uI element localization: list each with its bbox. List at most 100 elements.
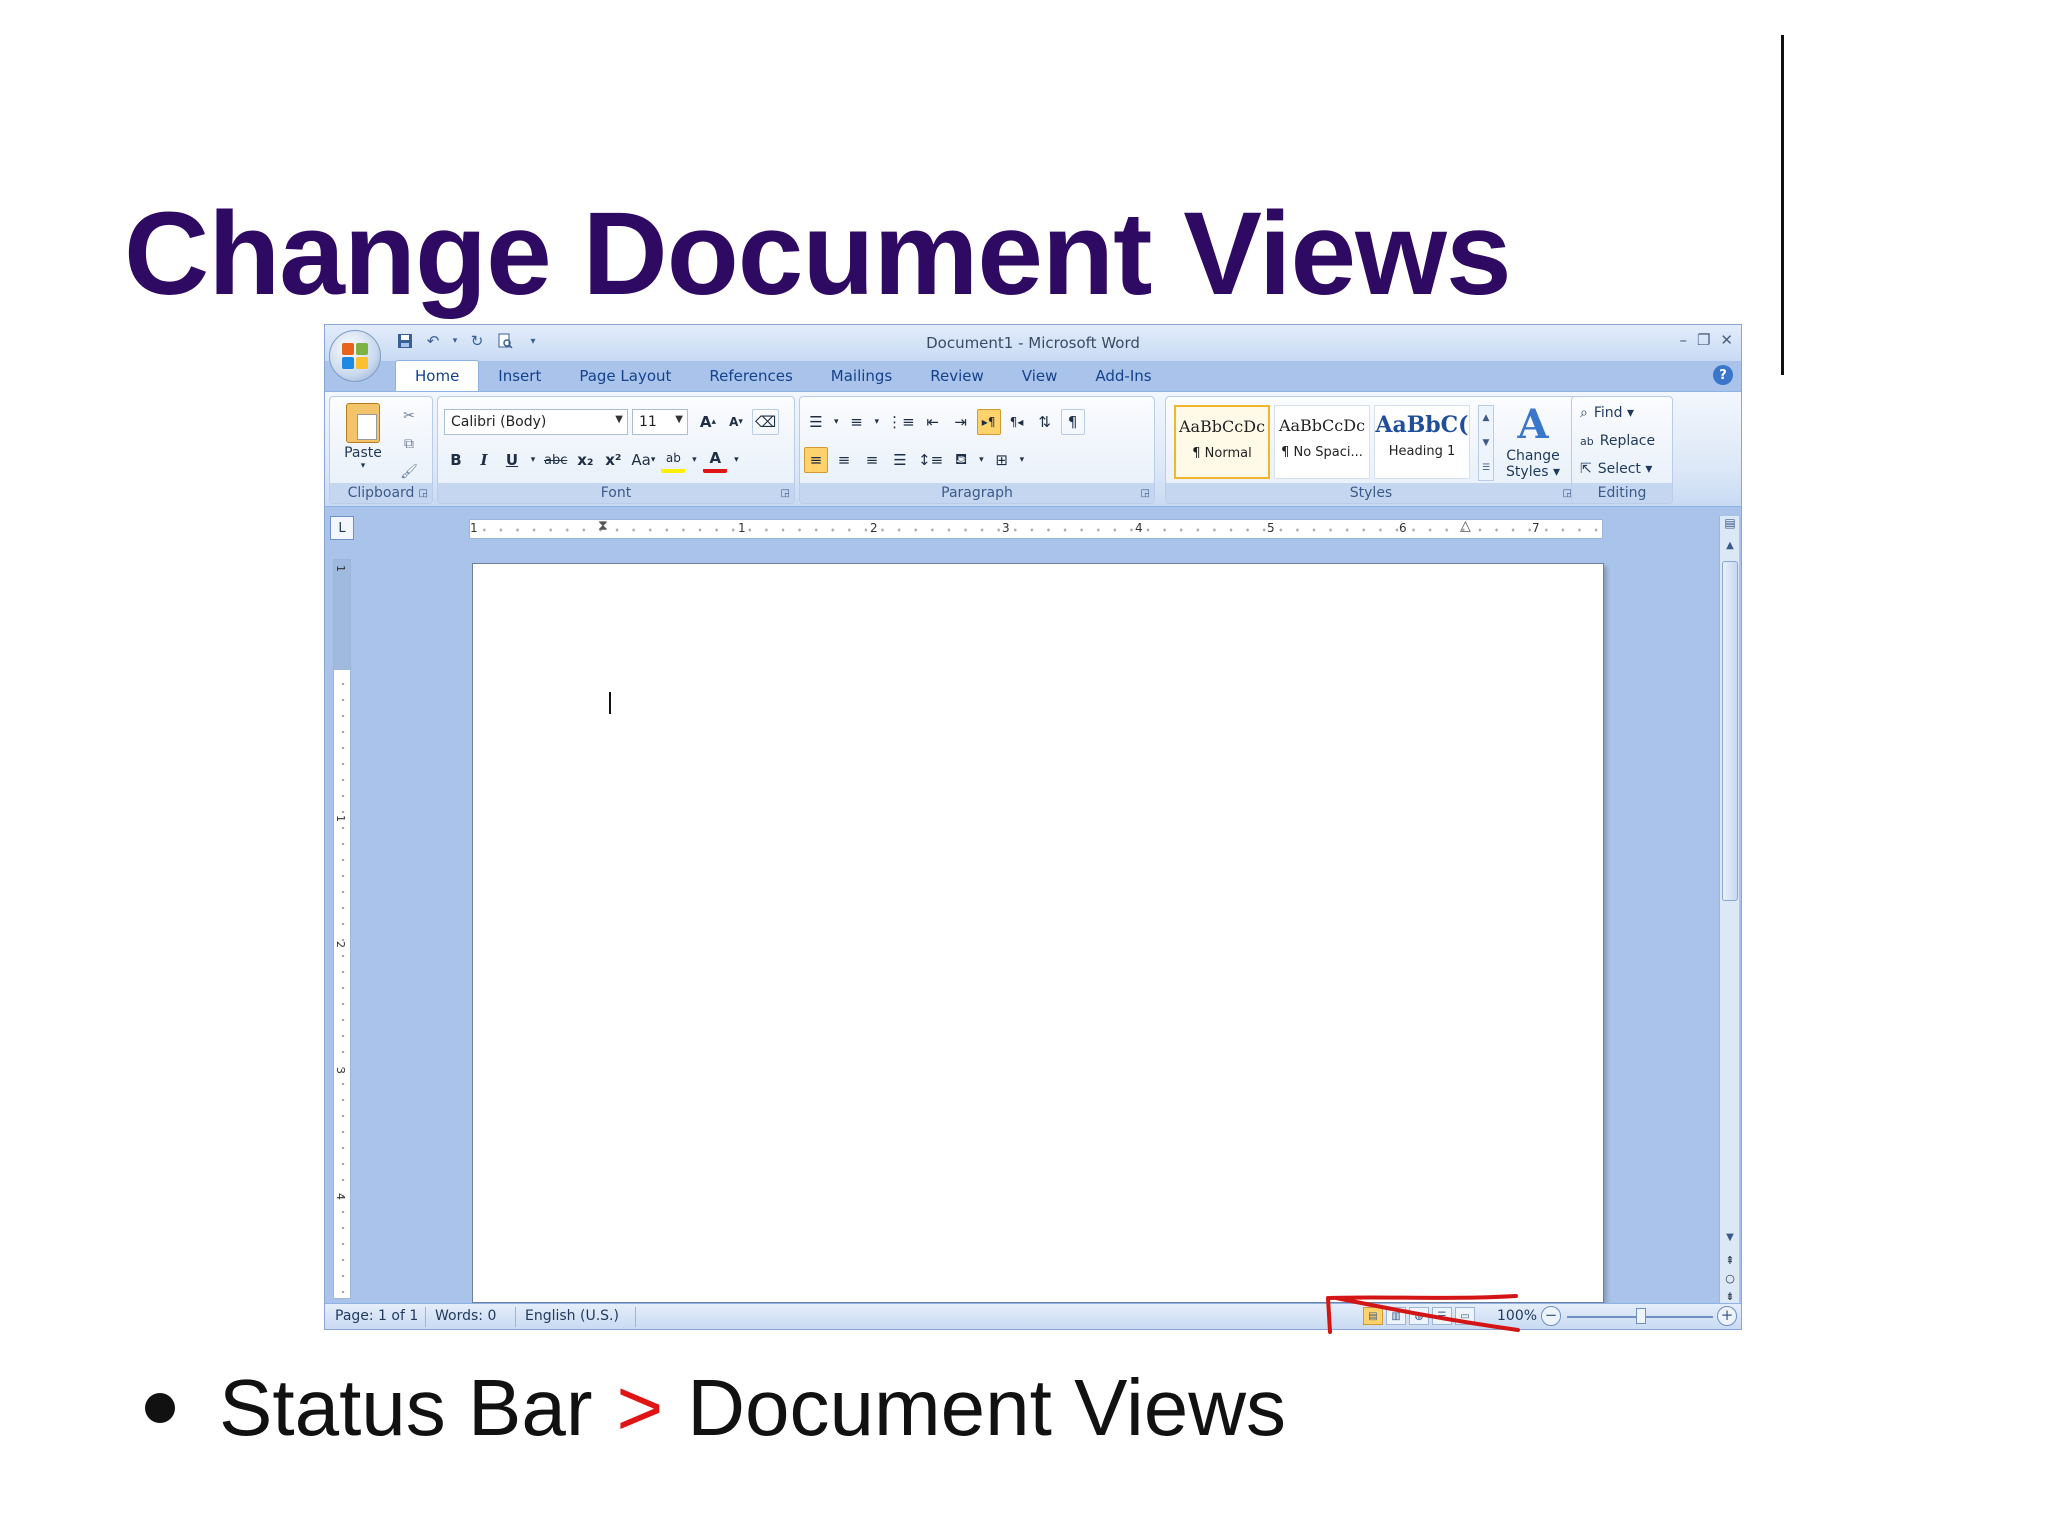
next-page-icon[interactable]: ⇟	[1720, 1290, 1740, 1303]
font-color-dropdown-icon[interactable]: ▾	[731, 447, 741, 473]
horizontal-ruler[interactable]: 1 1 2 3 4 5 6 7 ⧗ △	[469, 518, 1603, 539]
numbering-icon[interactable]: ≡	[845, 409, 869, 435]
right-to-left-icon[interactable]: ¶◂	[1005, 409, 1029, 435]
help-icon[interactable]: ?	[1713, 365, 1733, 385]
clipboard-launcher-icon[interactable]: ◲	[419, 488, 428, 499]
vertical-scrollbar[interactable]: ▤ ▲ ▼ ⇞ ○ ⇟	[1719, 516, 1739, 1311]
strikethrough-button[interactable]: abc	[542, 447, 569, 473]
subscript-button[interactable]: x₂	[573, 447, 597, 473]
style-normal[interactable]: AaBbCcDc ¶ Normal	[1174, 405, 1270, 479]
cut-icon[interactable]: ✂	[398, 405, 420, 427]
style-heading-1[interactable]: AaBbC( Heading 1	[1374, 405, 1470, 479]
select-button[interactable]: ⇱ Select ▾	[1580, 461, 1652, 477]
word-window: ↶ ▾ ↻ ▾ Document1 - Microsoft Word – ❐ ✕…	[324, 324, 1742, 1330]
copy-icon[interactable]: ⧉	[398, 433, 420, 455]
status-page-count[interactable]: Page: 1 of 1	[335, 1308, 418, 1324]
select-browse-object-icon[interactable]: ○	[1720, 1272, 1740, 1285]
restore-button[interactable]: ❐	[1697, 331, 1710, 349]
replace-button[interactable]: ab Replace	[1580, 433, 1655, 449]
change-case-button[interactable]: Aa ▾	[629, 447, 657, 473]
bold-button[interactable]: B	[444, 447, 468, 473]
increase-indent-icon[interactable]: ⇥	[949, 409, 973, 435]
paste-button[interactable]: Paste ▾	[340, 403, 386, 471]
italic-button[interactable]: I	[472, 447, 496, 473]
borders-icon[interactable]: ⊞	[990, 447, 1014, 473]
superscript-button[interactable]: x²	[601, 447, 625, 473]
font-color-button[interactable]: A	[703, 447, 728, 473]
zoom-level[interactable]: 100%	[1497, 1308, 1537, 1324]
numbering-dropdown-icon[interactable]: ▾	[873, 409, 882, 435]
align-left-icon[interactable]: ≡	[804, 447, 828, 473]
draft-view-icon[interactable]: ▭	[1455, 1307, 1475, 1325]
print-layout-view-icon[interactable]: ▤	[1363, 1307, 1383, 1325]
view-ruler-icon[interactable]: ▤	[1721, 516, 1739, 536]
status-language[interactable]: English (U.S.)	[525, 1308, 619, 1324]
tab-home[interactable]: Home	[395, 360, 480, 391]
right-indent-marker[interactable]: △	[1460, 518, 1471, 534]
grow-font-button[interactable]: A ▴	[696, 409, 720, 435]
line-spacing-icon[interactable]: ↕≡	[916, 447, 945, 473]
document-page[interactable]	[472, 563, 1604, 1303]
bullets-dropdown-icon[interactable]: ▾	[832, 409, 841, 435]
format-painter-icon[interactable]: 🖌	[398, 461, 420, 483]
underline-dropdown-icon[interactable]: ▾	[528, 447, 538, 473]
shading-icon[interactable]: ⛾	[949, 447, 973, 473]
scroll-up-icon[interactable]: ▲	[1720, 540, 1740, 551]
tab-selector[interactable]: L	[330, 516, 354, 540]
ruler-number: 1	[334, 815, 347, 822]
font-launcher-icon[interactable]: ◲	[781, 488, 790, 499]
shrink-font-button[interactable]: A ▾	[724, 409, 748, 435]
highlight-button[interactable]: ab	[661, 447, 686, 473]
tab-references[interactable]: References	[690, 361, 811, 391]
scroll-thumb[interactable]	[1722, 561, 1738, 901]
bullets-icon[interactable]: ☰	[804, 409, 828, 435]
underline-button[interactable]: U	[500, 447, 524, 473]
tab-insert[interactable]: Insert	[479, 361, 560, 391]
multilevel-list-icon[interactable]: ⋮≡	[885, 409, 917, 435]
vertical-ruler[interactable]: 1 1 2 3 4	[333, 559, 351, 1299]
clear-formatting-icon[interactable]: ⌫	[752, 409, 780, 435]
scroll-down-icon[interactable]: ▼	[1720, 1232, 1740, 1243]
sort-icon[interactable]: ⇅	[1033, 409, 1057, 435]
tab-mailings[interactable]: Mailings	[812, 361, 911, 391]
full-screen-reading-view-icon[interactable]: ▥	[1386, 1307, 1406, 1325]
tab-page-layout[interactable]: Page Layout	[560, 361, 690, 391]
styles-up-icon[interactable]: ▲	[1479, 406, 1493, 431]
paragraph-launcher-icon[interactable]: ◲	[1141, 488, 1150, 499]
close-button[interactable]: ✕	[1720, 331, 1733, 349]
status-word-count[interactable]: Words: 0	[435, 1308, 496, 1324]
borders-dropdown-icon[interactable]: ▾	[1018, 447, 1027, 473]
justify-icon[interactable]: ☰	[888, 447, 912, 473]
shading-dropdown-icon[interactable]: ▾	[977, 447, 986, 473]
decrease-indent-icon[interactable]: ⇤	[921, 409, 945, 435]
tab-view[interactable]: View	[1003, 361, 1077, 391]
font-size-select[interactable]: 11 ▼	[632, 409, 688, 435]
tab-review[interactable]: Review	[911, 361, 1003, 391]
show-hide-button[interactable]: ¶	[1060, 409, 1085, 435]
zoom-slider-thumb[interactable]	[1636, 1308, 1646, 1324]
office-button[interactable]	[329, 330, 381, 382]
style-no-spacing[interactable]: AaBbCcDc ¶ No Spaci...	[1274, 405, 1370, 479]
tab-add-ins[interactable]: Add-Ins	[1076, 361, 1170, 391]
change-styles-button[interactable]: A Change Styles ▾	[1500, 401, 1566, 480]
find-button[interactable]: ⌕ Find ▾	[1580, 405, 1634, 421]
highlight-dropdown-icon[interactable]: ▾	[689, 447, 699, 473]
style-heading-1-sample: AaBbC(	[1375, 412, 1469, 438]
align-center-icon[interactable]: ≡	[832, 447, 856, 473]
minimize-button[interactable]: –	[1679, 331, 1687, 349]
outline-view-icon[interactable]: ☰	[1432, 1307, 1452, 1325]
styles-down-icon[interactable]: ▼	[1479, 431, 1493, 456]
web-layout-view-icon[interactable]: ◍	[1409, 1307, 1429, 1325]
left-to-right-icon[interactable]: ▸¶	[976, 409, 1001, 435]
zoom-in-icon[interactable]: +	[1717, 1306, 1737, 1326]
styles-gallery-scroll[interactable]: ▲ ▼ ☰	[1478, 405, 1494, 481]
font-name-select[interactable]: Calibri (Body) ▼	[444, 409, 628, 435]
align-right-icon[interactable]: ≡	[860, 447, 884, 473]
editing-group-label: Editing	[1572, 483, 1672, 503]
previous-page-icon[interactable]: ⇞	[1720, 1254, 1740, 1267]
font-size-dropdown-icon: ▼	[675, 414, 683, 425]
first-line-indent-marker[interactable]: ⧗	[598, 518, 608, 534]
zoom-out-icon[interactable]: −	[1541, 1306, 1561, 1326]
paste-dropdown-icon[interactable]: ▾	[340, 461, 386, 471]
styles-more-icon[interactable]: ☰	[1479, 456, 1493, 481]
